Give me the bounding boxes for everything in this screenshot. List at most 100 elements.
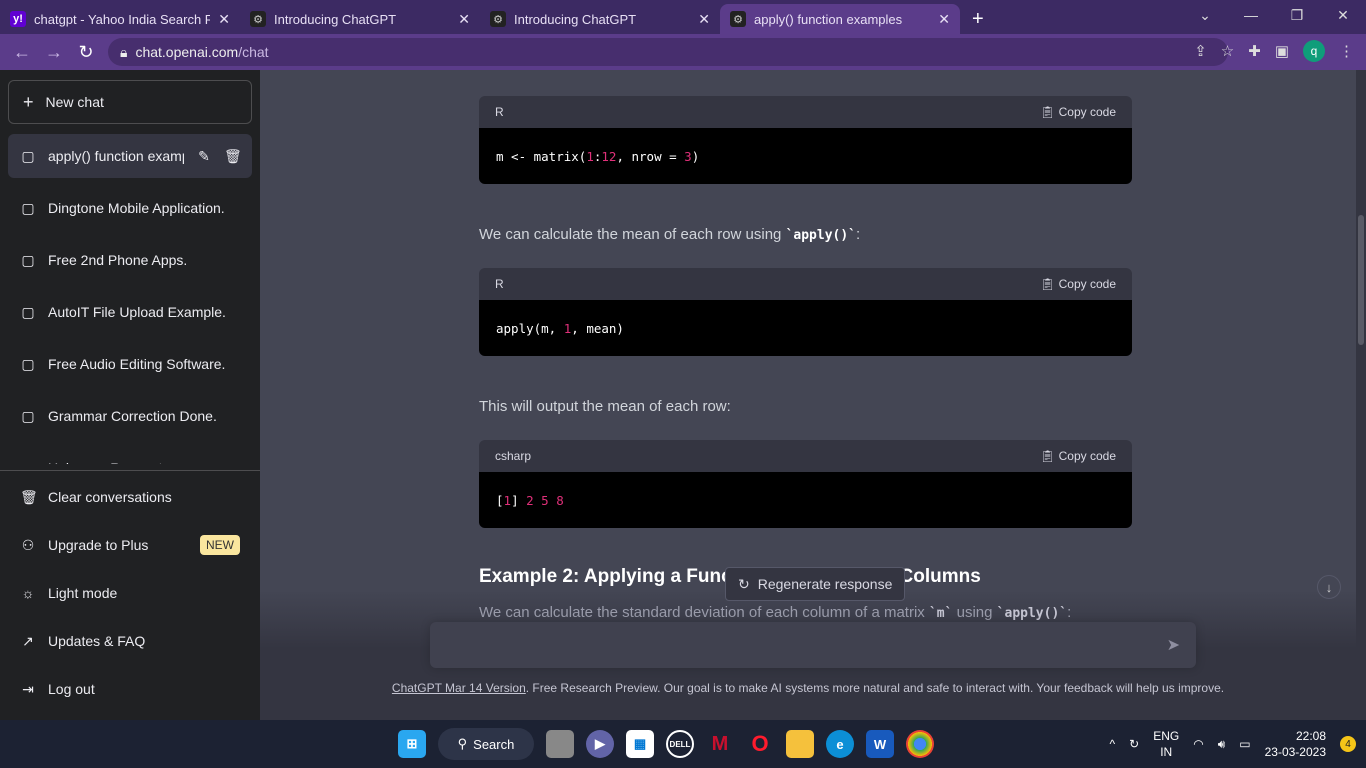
close-icon[interactable]: ✕ [698,11,710,28]
scroll-down-button[interactable]: ↓ [1317,575,1341,599]
code-language: R [495,105,504,119]
conversation-item[interactable]: ▢ Free Audio Editing Software. [8,342,252,386]
code-block: R 📋︎ Copy code apply(m, 1, mean) [479,268,1132,356]
code-token: : [593,148,602,164]
chrome-icon[interactable] [906,730,934,758]
copy-code-button[interactable]: 📋︎ Copy code [1040,449,1116,463]
message-input[interactable]: ➤ [430,622,1196,668]
conversation-title: Unknown Request [48,460,240,464]
sidebar-item[interactable]: ⚇ Upgrade to Plus NEW [8,523,252,567]
new-tab-button[interactable]: + [960,4,996,34]
side-panel-icon[interactable]: ▣ [1275,42,1289,60]
file-explorer-icon[interactable] [786,730,814,758]
conversation-item[interactable]: ▢ Dingtone Mobile Application. [8,186,252,230]
sidebar-item[interactable]: 🗑︎ Clear conversations [8,475,252,519]
footer-note: ChatGPT Mar 14 Version. Free Research Pr… [260,681,1356,695]
edge-icon[interactable]: e [826,730,854,758]
clock[interactable]: 22:08 23-03-2023 [1265,728,1326,760]
tab-search-icon[interactable]: ⌄ [1182,0,1228,30]
tab-title: apply() function examples [754,11,903,27]
browser-tab[interactable]: y! chatgpt - Yahoo India Search Res ✕ [0,4,240,34]
sidebar-item[interactable]: ↗ Updates & FAQ [8,619,252,663]
regenerate-response-button[interactable]: ↻ Regenerate response [725,567,906,601]
wifi-icon[interactable]: ◠ [1193,737,1203,751]
sidebar-item-label: Upgrade to Plus [48,537,149,553]
code-token: , mean) [571,320,624,336]
chat-main: R 📋︎ Copy code m <- matrix(1:12, nrow = 3)… [260,70,1356,720]
taskbar: ⊞ ⚲ Search ▶ ▦ DELL M O e W ^ ↻ ENG IN ◠ 🔊… [0,720,1366,768]
close-icon[interactable]: ✕ [218,11,230,28]
windows-start-icon[interactable]: ⊞ [398,730,426,758]
mcafee-icon[interactable]: M [706,730,734,758]
scrollbar[interactable] [1356,70,1366,720]
volume-icon[interactable]: 🔊︎ [1218,737,1226,752]
edit-icon[interactable]: ✎ [196,148,212,165]
copy-label: Copy code [1058,277,1116,291]
close-icon[interactable]: ✕ [938,11,950,28]
teams-icon[interactable]: ▶ [586,730,614,758]
external-link-icon: ↗ [22,632,34,649]
task-view-icon[interactable] [546,730,574,758]
back-button[interactable]: ← [6,42,38,63]
chevron-up-icon[interactable]: ^ [1110,737,1116,751]
chat-bubble-icon: ▢ [20,460,36,465]
new-badge: NEW [200,535,240,555]
browser-tab[interactable]: ⚙ Introducing ChatGPT ✕ [240,4,480,34]
opera-icon[interactable]: O [746,730,774,758]
conversation-item[interactable]: ▢ Unknown Request [8,446,252,465]
search-label: Search [473,736,515,752]
code-content: [1] 2 5 8 [479,472,1132,528]
conversation-item[interactable]: ▢ Free 2nd Phone Apps. [8,238,252,282]
word-icon[interactable]: W [866,730,894,758]
bookmark-star-icon[interactable]: ☆ [1221,42,1234,60]
share-icon[interactable]: ⇪ [1194,42,1207,60]
tab-title: chatgpt - Yahoo India Search Res [34,11,211,27]
openai-icon: ⚙ [730,11,746,27]
sync-icon[interactable]: ↻ [1129,737,1139,751]
profile-avatar[interactable]: q [1303,40,1325,62]
user-icon: ⚇ [21,536,35,553]
store-icon[interactable]: ▦ [626,730,654,758]
copy-code-button[interactable]: 📋︎ Copy code [1040,105,1116,119]
conversation-item[interactable]: ▢ Grammar Correction Done. [8,394,252,438]
copy-code-button[interactable]: 📋︎ Copy code [1040,277,1116,291]
language-indicator[interactable]: ENG IN [1153,728,1179,760]
new-chat-button[interactable]: + New chat [8,80,252,124]
sidebar-item[interactable]: ☼ Light mode [8,571,252,615]
yahoo-icon: y! [10,11,26,27]
conversation-title: apply() function exampl [48,148,184,164]
code-language: R [495,277,504,291]
search-icon: ⚲ [457,736,468,751]
browser-tab-active[interactable]: ⚙ apply() function examples ✕ [720,4,960,34]
send-icon[interactable]: ➤ [1167,635,1180,655]
conversation-item[interactable]: ▢ AutoIT File Upload Example. [8,290,252,334]
notification-badge[interactable]: 4 [1340,736,1356,752]
conversation-item[interactable]: ▢ apply() function exampl ✎ 🗑︎ [8,134,252,178]
message-paragraph: This will output the mean of each row: [479,398,731,415]
copy-label: Copy code [1058,449,1116,463]
browser-tab-bar: y! chatgpt - Yahoo India Search Res ✕ ⚙ Int… [0,0,1366,34]
chat-bubble-icon: ▢ [21,251,35,268]
url-host: chat.openai.com [135,44,239,60]
conversation-title: Dingtone Mobile Application. [48,200,225,216]
delete-icon[interactable]: 🗑︎ [224,148,242,165]
minimize-button[interactable]: — [1228,0,1274,30]
forward-button[interactable]: → [38,42,70,63]
version-link[interactable]: ChatGPT Mar 14 Version [392,681,526,695]
restore-button[interactable]: ❐ [1274,0,1320,30]
browser-tab[interactable]: ⚙ Introducing ChatGPT ✕ [480,4,720,34]
battery-icon[interactable]: ▭ [1239,737,1250,751]
extensions-icon[interactable]: ✚ [1248,42,1261,60]
menu-icon[interactable]: ⋮ [1339,42,1354,60]
chat-bubble-icon: ▢ [21,199,35,216]
close-window-button[interactable]: ✕ [1320,0,1366,30]
url-bar[interactable]: 🔒︎ chat.openai.com/chat [108,38,1228,66]
lock-icon: 🔒︎ [120,43,128,60]
close-icon[interactable]: ✕ [458,11,470,28]
dell-icon[interactable]: DELL [666,730,694,758]
trash-icon: 🗑︎ [20,488,38,505]
reload-button[interactable]: ↻ [70,42,102,63]
sidebar-item[interactable]: ⇥ Log out [8,667,252,711]
taskbar-search[interactable]: ⚲ Search [438,728,534,760]
scrollbar-thumb[interactable] [1358,215,1364,345]
